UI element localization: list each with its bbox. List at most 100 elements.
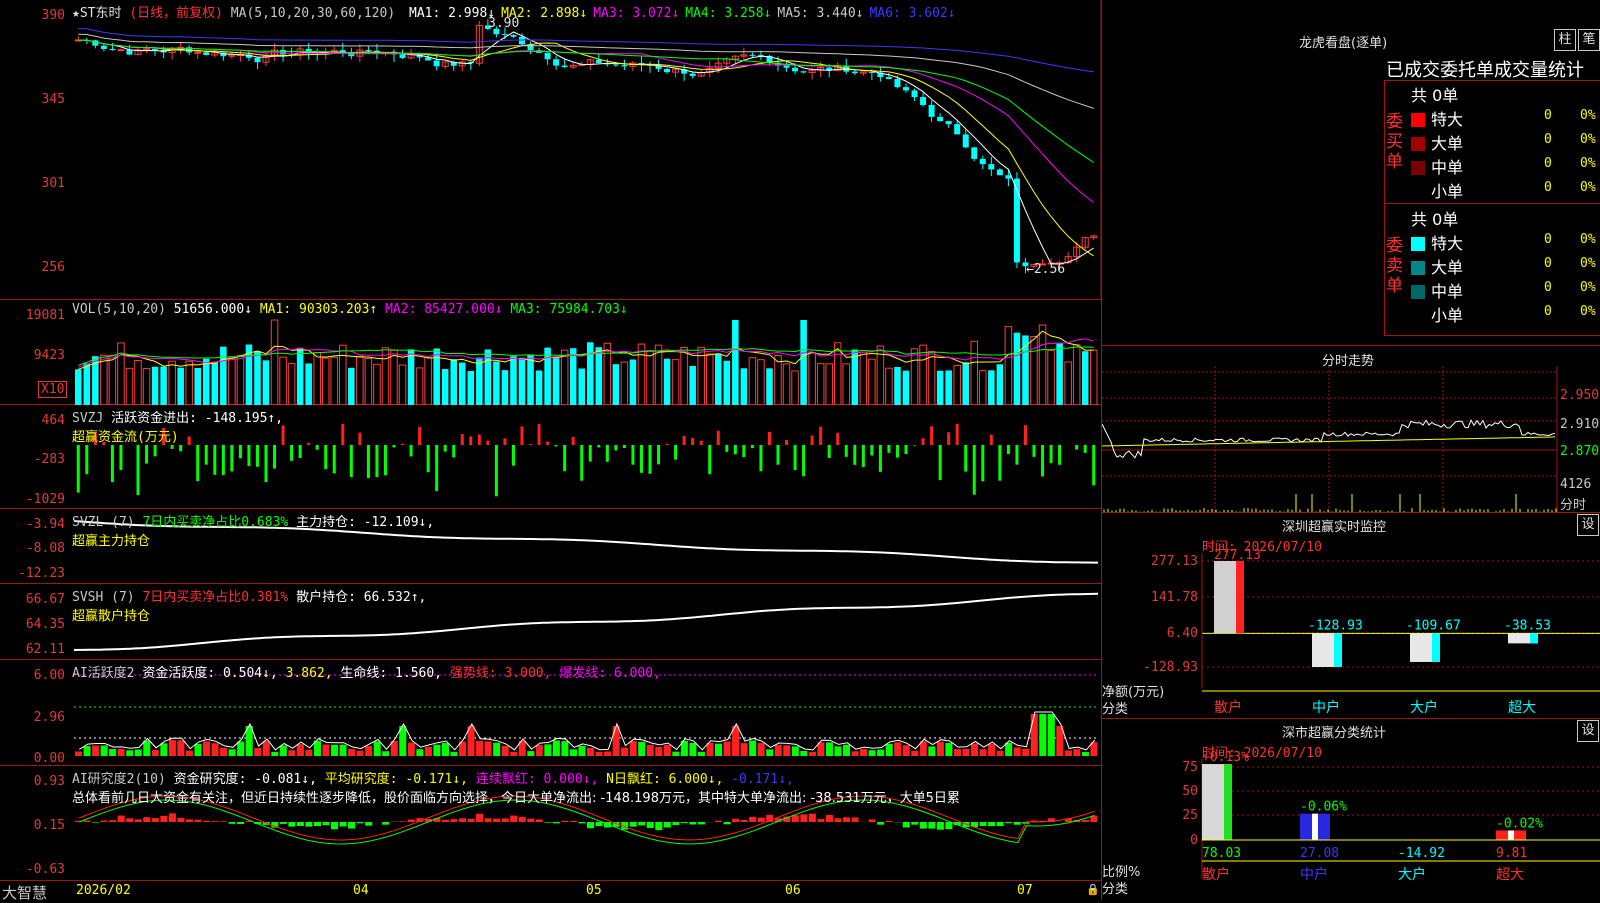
volume-bar xyxy=(382,348,389,405)
volume-bar xyxy=(212,362,219,405)
candle-pane[interactable]: ★ST东时 (日线，前复权) MA(5,10,20,30,60,120) MA1… xyxy=(0,0,1101,300)
dragon-row-name: 大单 xyxy=(1411,130,1463,154)
ma-item-6: MA6: 3.602↓ xyxy=(869,6,955,21)
candle-body xyxy=(434,60,440,66)
flow-bar xyxy=(887,445,890,453)
volume-bar xyxy=(570,348,577,405)
volume-bar xyxy=(1073,345,1080,405)
ai1-t5: 爆发线: 6.000, xyxy=(559,666,661,681)
candle-body xyxy=(545,53,551,59)
candle-body xyxy=(562,66,568,68)
tick-mode-button[interactable]: 笔 xyxy=(1578,29,1600,51)
flow-bar xyxy=(811,435,814,445)
svsh-pane[interactable]: SVSH (7) 7日内买卖净占比0.381% 散户持仓: 66.532↑, 超… xyxy=(0,584,1101,660)
monitor-axis-label: 277.13 xyxy=(1151,554,1198,569)
activity-bar xyxy=(834,746,841,756)
volume-bar xyxy=(937,371,944,405)
activity-bar xyxy=(655,747,662,756)
candle-body xyxy=(144,49,150,50)
volume-bar xyxy=(135,361,142,405)
volume-bar xyxy=(724,361,731,405)
dragon-row-pct: 0% xyxy=(1580,256,1596,271)
lock-icon[interactable]: 🔒 xyxy=(1086,883,1100,896)
activity-bar xyxy=(331,745,338,756)
research-bar xyxy=(186,819,193,822)
category-label: 散户 xyxy=(1214,699,1242,716)
candle-body xyxy=(195,52,201,53)
candlestick-chart[interactable] xyxy=(0,0,1101,300)
activity-bar xyxy=(826,742,833,756)
bar-mode-button[interactable]: 柱 xyxy=(1554,29,1576,51)
ai-research-pane[interactable]: AI研究度2(10) 资金研究度: -0.081↓, 平均研究度: -0.171… xyxy=(0,766,1101,880)
category-label: 大户 xyxy=(1398,866,1426,883)
candle-body xyxy=(946,121,952,124)
intraday-chart[interactable] xyxy=(1102,346,1600,513)
vol-ma3: MA3: 75984.703↓ xyxy=(510,302,627,317)
candle-body xyxy=(852,72,858,74)
volume-bar xyxy=(997,364,1004,405)
volume-bar xyxy=(578,369,585,405)
volume-bar xyxy=(450,359,457,405)
ai-activity-pane[interactable]: AI活跃度2 资金活跃度: 0.504↓, 3.862, 生命线: 1.560,… xyxy=(0,660,1101,766)
x-label-jun: 06 xyxy=(785,883,801,898)
volume-header: VOL(5,10,20) 51656.000↓ MA1: 90303.203↑ … xyxy=(72,302,628,317)
chart-mode: (日线，前复权) xyxy=(129,6,223,21)
dragon-panel: 龙虎看盘(逐单) 柱 笔 已成交委托单成交量统计 委买单 委卖单 共 0单 共 … xyxy=(1101,0,1600,346)
ai2-t1: 资金研究度: -0.081↓, xyxy=(174,772,317,787)
svsh-axis-mid: 64.35 xyxy=(0,617,68,632)
svzj-pane[interactable]: SVZJ 活跃资金进出: -148.195↑, 超赢资金流(万元) 464 -2… xyxy=(0,405,1101,509)
flow-bar xyxy=(452,445,455,457)
flow-bar xyxy=(956,424,959,445)
candle-body xyxy=(553,59,559,65)
flow-bar xyxy=(1033,445,1036,457)
flow-bar xyxy=(350,445,353,477)
activity-bar xyxy=(689,743,696,756)
net-value-label: -38.53 xyxy=(1504,618,1551,633)
intraday-panel[interactable]: 分时走势 2.950 2.910 2.870 4126 分时 xyxy=(1101,346,1600,513)
activity-bar xyxy=(937,742,944,756)
candle-body xyxy=(613,64,619,65)
activity-bar xyxy=(647,745,654,756)
candle-body xyxy=(280,50,286,54)
activity-bar xyxy=(75,751,82,756)
flow-bar xyxy=(1058,445,1061,465)
activity-bar xyxy=(203,741,210,756)
candle-body xyxy=(101,46,107,49)
svzl-pane[interactable]: SVZL (7) 7日内买卖净占比0.683% 主力持仓: -12.109↓, … xyxy=(0,509,1101,584)
candle-body xyxy=(801,71,807,72)
flow-bar xyxy=(230,445,233,471)
volume-bar xyxy=(510,356,517,405)
activity-bar xyxy=(186,751,193,756)
volume-bar xyxy=(348,368,355,405)
research-bar xyxy=(382,822,389,825)
flow-bar xyxy=(777,445,780,465)
research-bar xyxy=(920,822,927,829)
net-bar-accent xyxy=(1530,633,1538,643)
net-bar-accent xyxy=(1432,633,1440,662)
research-bar xyxy=(561,821,568,822)
research-bar xyxy=(647,822,654,828)
volume-bar xyxy=(732,320,739,405)
high-mark: 3.90 xyxy=(488,16,519,31)
activity-bar xyxy=(1031,714,1038,756)
volume-bar xyxy=(817,364,824,405)
activity-bar xyxy=(502,746,509,756)
dragon-row-pct: 0% xyxy=(1580,156,1596,171)
volume-bar xyxy=(596,347,603,405)
candle-body xyxy=(365,50,371,51)
category-label: 中户 xyxy=(1300,866,1328,883)
volume-bar xyxy=(177,368,184,405)
flow-bar xyxy=(196,445,199,481)
research-bar xyxy=(118,815,125,822)
flow-bar xyxy=(947,432,950,445)
volume-pane[interactable]: VOL(5,10,20) 51656.000↓ MA1: 90303.203↑ … xyxy=(0,300,1101,405)
svsh-text2: 散户持仓: 66.532↑, xyxy=(296,590,426,605)
activity-bar xyxy=(783,745,790,756)
volume-bar xyxy=(980,371,987,405)
activity-bar xyxy=(911,751,918,756)
activity-bar xyxy=(365,746,372,756)
research-bar xyxy=(399,821,406,822)
ratio-bottom-label: -14.92 xyxy=(1398,846,1445,861)
research-bar xyxy=(937,822,944,830)
activity-bar xyxy=(109,749,116,756)
